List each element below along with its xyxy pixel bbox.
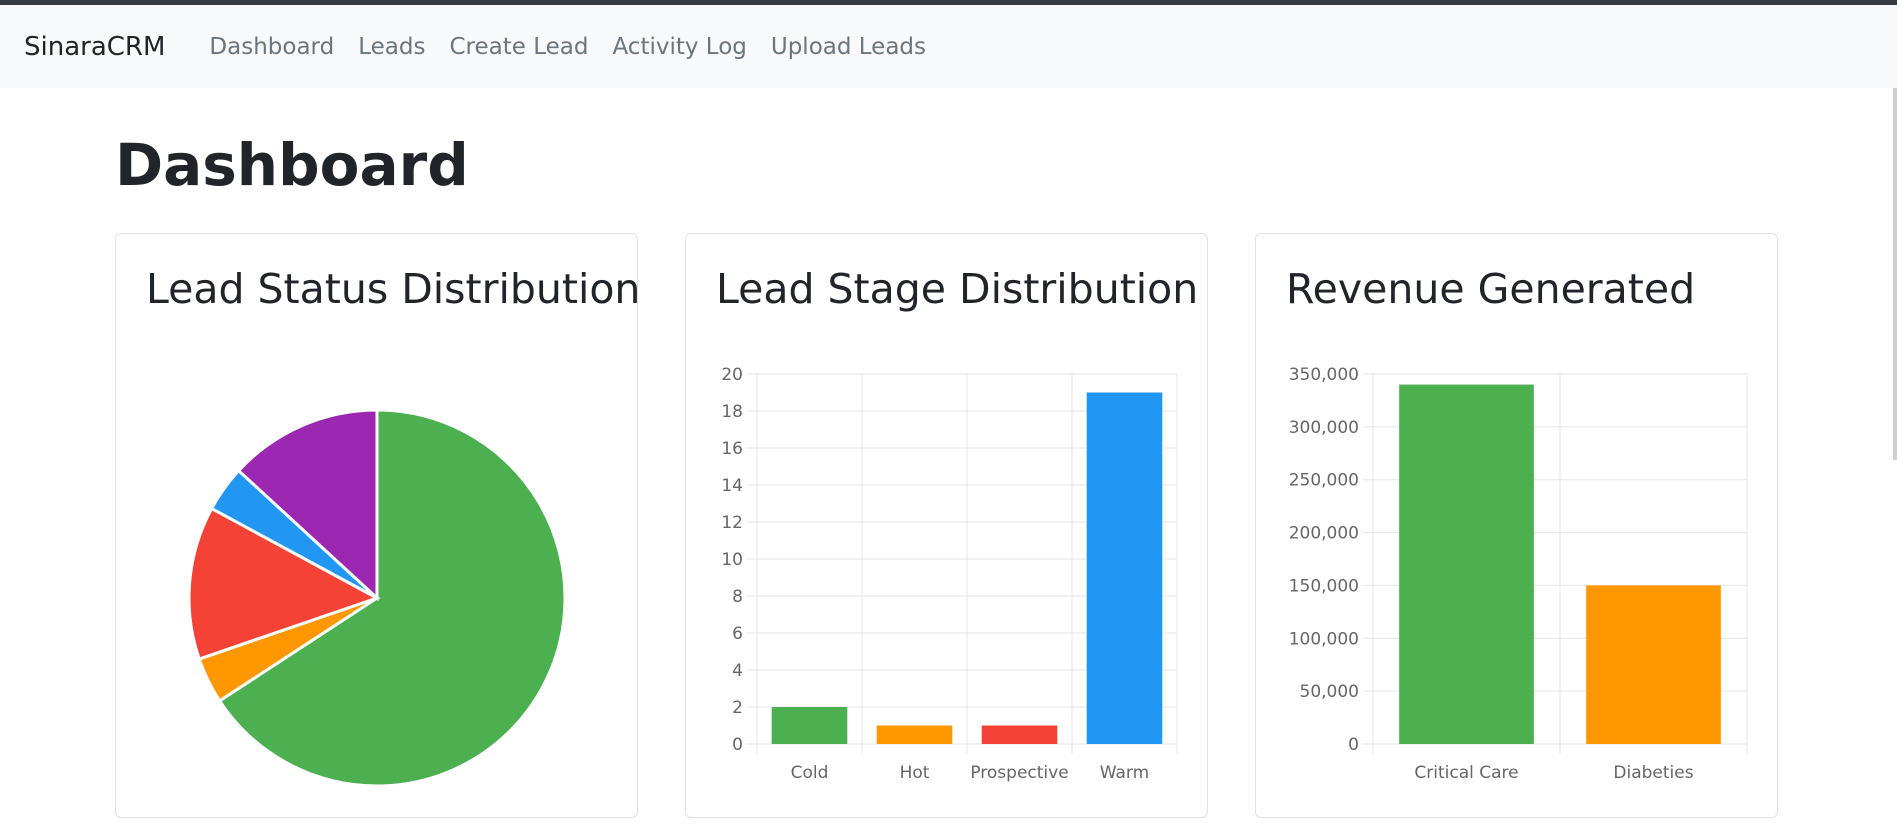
y-tick-label: 0: [732, 735, 743, 755]
y-tick-label: 100,000: [1289, 629, 1359, 649]
navbar: SinaraCRM Dashboard Leads Create Lead Ac…: [0, 5, 1897, 88]
x-tick-label-diabeties: Diabeties: [1613, 763, 1693, 783]
y-tick-label: 250,000: [1289, 471, 1359, 491]
nav-dashboard[interactable]: Dashboard: [209, 34, 334, 60]
bar-diabeties: [1586, 585, 1721, 744]
bar-prospective: [981, 725, 1058, 744]
x-tick-label-critical-care: Critical Care: [1414, 763, 1518, 783]
nav-leads[interactable]: Leads: [358, 34, 425, 60]
y-tick-label: 50,000: [1300, 682, 1359, 702]
x-tick-label-warm: Warm: [1100, 763, 1149, 783]
revenue-card: Revenue Generated Revenue Generated050,0…: [1255, 233, 1778, 818]
y-tick-label: 12: [721, 513, 743, 533]
nav-activity-log[interactable]: Activity Log: [612, 34, 746, 60]
y-tick-label: 6: [732, 624, 743, 644]
x-tick-label-cold: Cold: [791, 763, 829, 783]
y-tick-label: 8: [732, 587, 743, 607]
lead-stage-title: Lead Stage Distribution: [716, 265, 1199, 313]
y-tick-label: 16: [721, 439, 743, 459]
lead-status-card: Lead Status Distribution ContactedLostNe…: [115, 233, 641, 818]
y-tick-label: 150,000: [1289, 576, 1359, 596]
page-title: Dashboard: [115, 131, 469, 199]
lead-stage-chart: Lead Stage02468101214161820ColdHotProspe…: [721, 365, 1178, 783]
y-tick-label: 4: [732, 661, 743, 681]
y-tick-label: 200,000: [1289, 524, 1359, 544]
brand-link[interactable]: SinaraCRM: [24, 32, 165, 62]
lead-status-chart: ContactedLostNewQualifiedWon: [187, 408, 567, 788]
y-tick-label: 20: [721, 365, 743, 385]
revenue-title: Revenue Generated: [1286, 265, 1696, 313]
y-tick-label: 300,000: [1289, 418, 1359, 438]
x-tick-label-prospective: Prospective: [970, 763, 1068, 783]
y-tick-label: 10: [721, 550, 743, 570]
nav-create-lead[interactable]: Create Lead: [449, 34, 588, 60]
scrollbar-thumb[interactable]: [1893, 88, 1897, 460]
revenue-chart: Revenue Generated050,000100,000150,00020…: [1289, 365, 1748, 783]
nav-upload-leads[interactable]: Upload Leads: [771, 34, 926, 60]
y-tick-label: 14: [721, 476, 743, 496]
y-tick-label: 350,000: [1289, 365, 1359, 385]
bar-warm: [1086, 392, 1163, 744]
lead-stage-card: Lead Stage Distribution Lead Stage024681…: [685, 233, 1208, 818]
y-tick-label: 0: [1348, 735, 1359, 755]
x-tick-label-hot: Hot: [900, 763, 930, 783]
lead-status-title: Lead Status Distribution: [146, 265, 641, 313]
bar-cold: [771, 707, 848, 744]
bar-critical-care: [1399, 384, 1534, 744]
y-tick-label: 2: [732, 698, 743, 718]
y-tick-label: 18: [721, 402, 743, 422]
bar-hot: [876, 725, 953, 744]
